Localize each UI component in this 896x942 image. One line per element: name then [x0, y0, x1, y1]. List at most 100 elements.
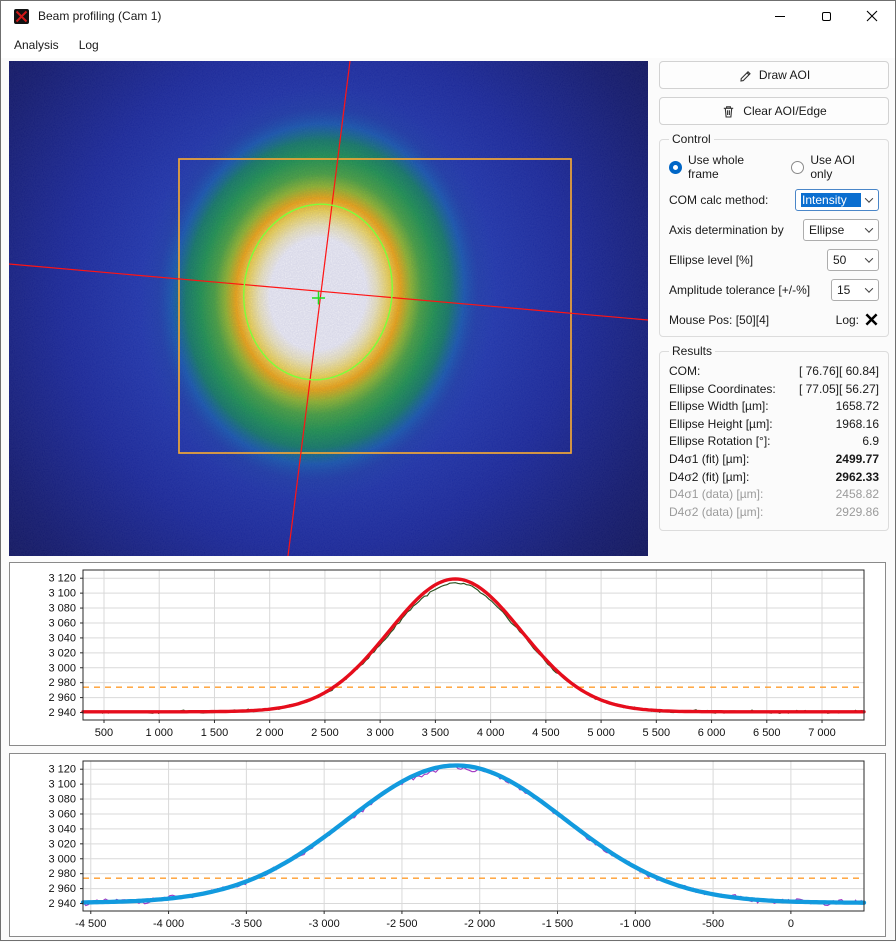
result-row: D4σ1 (fit) [µm]: 2499.77: [669, 451, 879, 469]
result-value: 2929.86: [836, 504, 879, 522]
svg-text:2 960: 2 960: [48, 692, 76, 704]
result-row: D4σ2 (data) [µm]: 2929.86: [669, 504, 879, 522]
app-icon: [14, 9, 29, 24]
log-label: Log:: [836, 313, 859, 327]
titlebar: Beam profiling (Cam 1): [1, 1, 895, 31]
result-label: Ellipse Coordinates:: [669, 381, 776, 399]
result-row: Ellipse Width [µm]: 1658.72: [669, 398, 879, 416]
maximize-icon: [822, 12, 831, 21]
svg-text:4 500: 4 500: [532, 727, 560, 739]
svg-text:0: 0: [788, 918, 794, 930]
log-close-icon[interactable]: [864, 312, 879, 327]
chevron-down-icon: [865, 284, 873, 292]
com-method-value: Intensity: [801, 193, 861, 207]
profile-chart-1[interactable]: 5001 0001 5002 0002 5003 0003 5004 0004 …: [9, 562, 886, 746]
result-value: [ 77.05][ 56.27]: [799, 381, 879, 399]
svg-text:2 980: 2 980: [48, 868, 76, 880]
ellipse-level-value: 50: [833, 253, 861, 267]
beam-image[interactable]: [9, 61, 648, 556]
svg-text:4 000: 4 000: [477, 727, 505, 739]
svg-text:2 500: 2 500: [311, 727, 339, 739]
pencil-icon: [738, 68, 752, 82]
svg-text:6 500: 6 500: [753, 727, 781, 739]
menu-log[interactable]: Log: [70, 34, 108, 56]
ellipse-level-label: Ellipse level [%]: [669, 253, 753, 267]
svg-text:2 000: 2 000: [256, 727, 284, 739]
amplitude-tolerance-label: Amplitude tolerance [+/-%]: [669, 283, 810, 297]
axis-determination-value: Ellipse: [809, 223, 861, 237]
control-group: Control Use whole frame Use AOI only COM…: [659, 132, 889, 337]
svg-text:2 960: 2 960: [48, 883, 76, 895]
close-icon: [866, 10, 878, 22]
svg-text:3 000: 3 000: [48, 853, 76, 865]
radio-use-whole-frame[interactable]: [669, 161, 682, 174]
svg-text:5 500: 5 500: [643, 727, 671, 739]
svg-text:-3 500: -3 500: [231, 918, 262, 930]
svg-text:3 100: 3 100: [48, 588, 76, 600]
menu-analysis[interactable]: Analysis: [5, 34, 68, 56]
svg-text:6 000: 6 000: [698, 727, 726, 739]
result-row: Ellipse Coordinates: [ 77.05][ 56.27]: [669, 381, 879, 399]
svg-text:3 040: 3 040: [48, 823, 76, 835]
svg-text:3 060: 3 060: [48, 808, 76, 820]
amplitude-tolerance-value: 15: [837, 283, 861, 297]
svg-text:3 020: 3 020: [48, 647, 76, 659]
svg-text:3 000: 3 000: [366, 727, 394, 739]
draw-aoi-label: Draw AOI: [759, 68, 810, 82]
svg-text:7 000: 7 000: [808, 727, 836, 739]
svg-text:3 040: 3 040: [48, 632, 76, 644]
amplitude-tolerance-select[interactable]: 15: [831, 279, 879, 301]
control-group-title: Control: [669, 132, 714, 146]
profile-chart-2[interactable]: -4 500-4 000-3 500-3 000-2 500-2 000-1 5…: [9, 753, 886, 937]
svg-text:5 000: 5 000: [587, 727, 615, 739]
svg-text:3 000: 3 000: [48, 662, 76, 674]
radio-use-aoi-only-label: Use AOI only: [810, 153, 879, 181]
com-method-select[interactable]: Intensity: [795, 189, 879, 211]
result-value: 2962.33: [836, 469, 879, 487]
result-label: D4σ1 (data) [µm]:: [669, 486, 763, 504]
svg-text:2 980: 2 980: [48, 677, 76, 689]
result-label: D4σ2 (data) [µm]:: [669, 504, 763, 522]
result-label: D4σ1 (fit) [µm]:: [669, 451, 749, 469]
maximize-button[interactable]: [803, 1, 849, 31]
svg-text:-3 000: -3 000: [309, 918, 340, 930]
result-row: D4σ1 (data) [µm]:2458.82: [669, 486, 879, 504]
result-value: 2499.77: [836, 451, 879, 469]
chevron-down-icon: [865, 224, 873, 232]
result-value: [ 76.76][ 60.84]: [799, 363, 879, 381]
clear-aoi-button[interactable]: Clear AOI/Edge: [659, 97, 889, 125]
result-label: D4σ2 (fit) [µm]:: [669, 469, 749, 487]
results-group-title: Results: [669, 344, 715, 358]
axis-determination-select[interactable]: Ellipse: [803, 219, 879, 241]
result-row: Ellipse Rotation [°]:6.9: [669, 433, 879, 451]
close-button[interactable]: [849, 1, 895, 31]
svg-text:3 120: 3 120: [48, 573, 76, 585]
result-row: D4σ2 (fit) [µm]: 2962.33: [669, 469, 879, 487]
ellipse-level-select[interactable]: 50: [827, 249, 879, 271]
results-group: Results COM:[ 76.76][ 60.84]Ellipse Coor…: [659, 344, 889, 531]
minimize-button[interactable]: [757, 1, 803, 31]
svg-text:-2 000: -2 000: [464, 918, 495, 930]
side-panel: Draw AOI Clear AOI/Edge Control Use whol…: [659, 61, 889, 531]
result-value: 1658.72: [836, 398, 879, 416]
radio-use-whole-frame-label: Use whole frame: [688, 153, 776, 181]
svg-text:3 020: 3 020: [48, 838, 76, 850]
svg-text:3 080: 3 080: [48, 603, 76, 615]
com-method-label: COM calc method:: [669, 193, 768, 207]
svg-text:-4 000: -4 000: [153, 918, 184, 930]
result-value: 6.9: [862, 433, 879, 451]
frame-mode-radios: Use whole frame Use AOI only: [669, 153, 879, 181]
results-rows: COM:[ 76.76][ 60.84]Ellipse Coordinates:…: [669, 363, 879, 521]
svg-text:-4 500: -4 500: [75, 918, 106, 930]
result-label: Ellipse Width [µm]:: [669, 398, 769, 416]
clear-aoi-label: Clear AOI/Edge: [743, 104, 826, 118]
svg-text:3 500: 3 500: [422, 727, 450, 739]
svg-text:3 100: 3 100: [48, 779, 76, 791]
menubar: Analysis Log: [1, 31, 895, 58]
svg-text:3 120: 3 120: [48, 764, 76, 776]
radio-use-aoi-only[interactable]: [791, 161, 804, 174]
svg-text:1 000: 1 000: [145, 727, 173, 739]
draw-aoi-button[interactable]: Draw AOI: [659, 61, 889, 89]
result-value: 1968.16: [836, 416, 879, 434]
sensor-noise-dark: [9, 61, 648, 556]
